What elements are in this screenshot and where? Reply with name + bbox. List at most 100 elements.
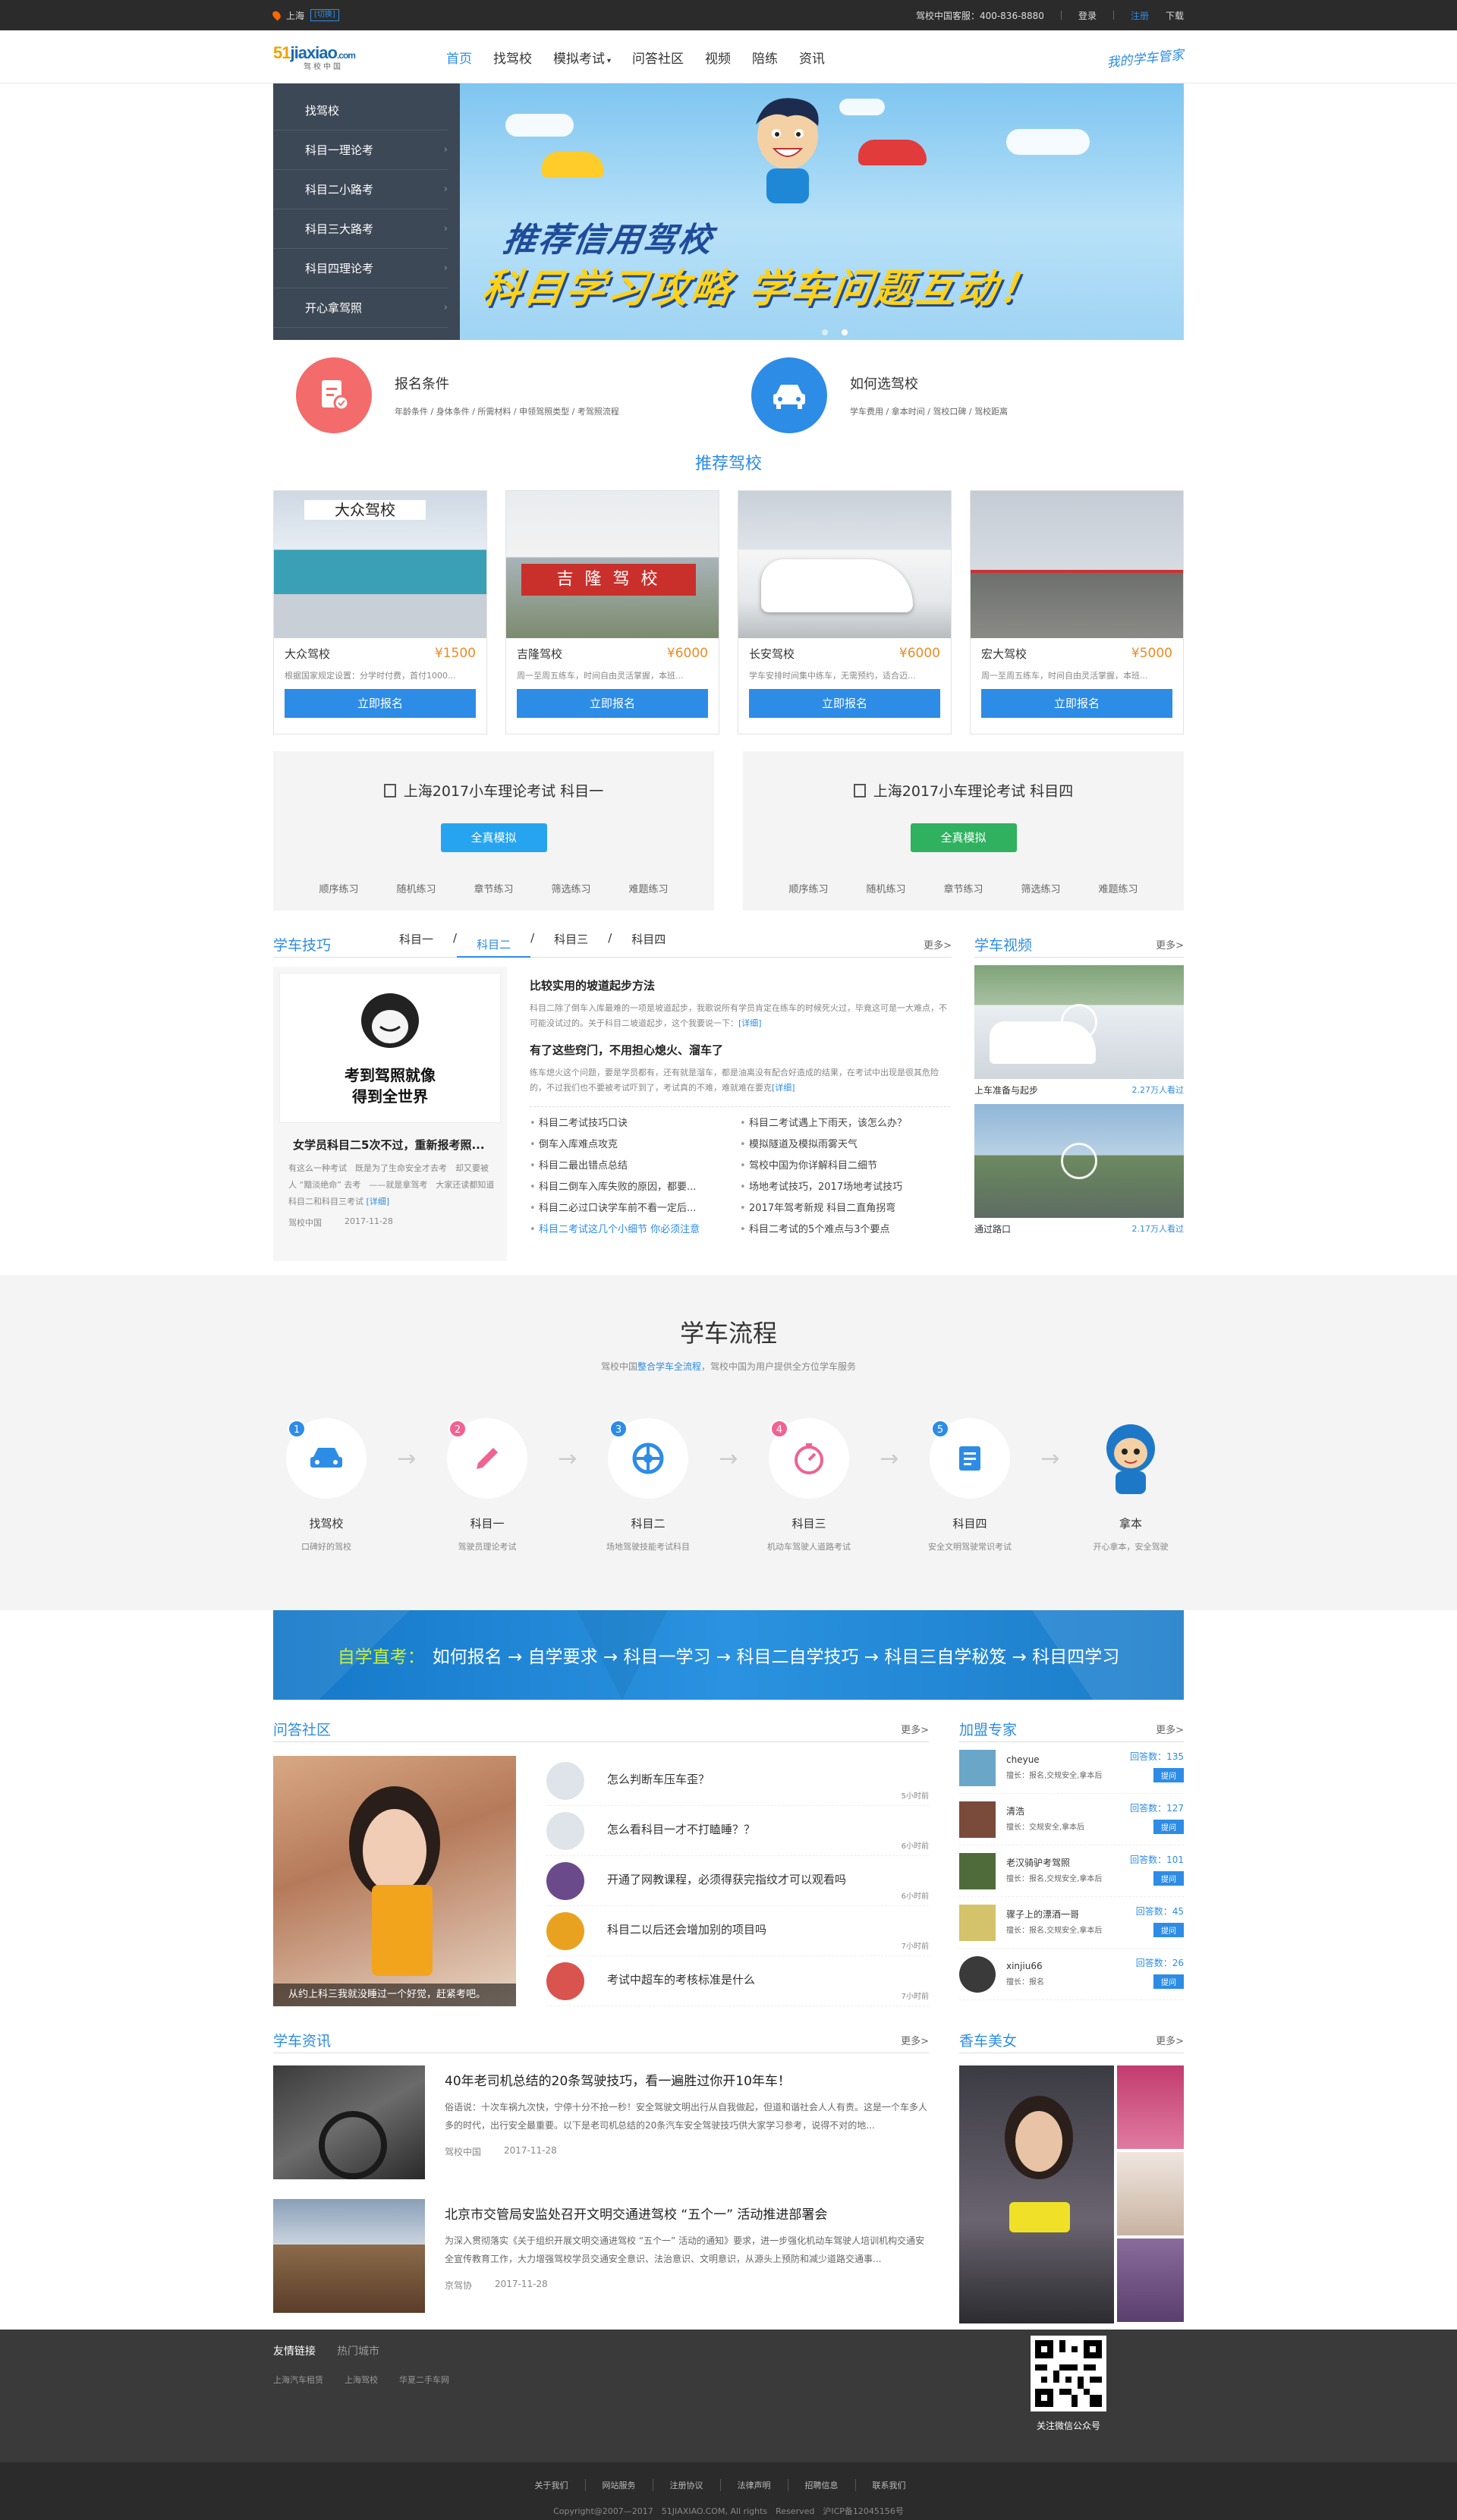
expert-item[interactable]: 老汉骑驴考驾照 擅长：报名,交规安全,拿本后 回答数：101 提问 [959, 1845, 1184, 1897]
list-item[interactable]: 科目二必过口诀学车前不看一定后... [530, 1198, 740, 1219]
switch-city-link[interactable]: [切换] [310, 9, 339, 21]
step-get-license[interactable]: 拿本 开心拿本，安全驾驶 [1090, 1418, 1171, 1553]
download-link[interactable]: 下载 [1166, 9, 1184, 22]
play-icon[interactable] [1061, 1004, 1097, 1040]
signup-button[interactable]: 立即报名 [285, 689, 476, 718]
self-study-banner[interactable]: 自学直考： 如何报名 → 自学要求 → 科目一学习 → 科目二自学技巧 → 科目… [273, 1610, 1184, 1700]
list-item[interactable]: 模拟隧道及模拟雨雾天气 [740, 1134, 950, 1156]
bottom-link-contact[interactable]: 联系我们 [873, 2479, 923, 2491]
ask-button[interactable]: 提问 [1153, 1974, 1184, 1989]
list-item[interactable]: 2017年驾考新规 科目二直角拐弯 [740, 1198, 950, 1219]
more-link[interactable]: 更多> [1156, 937, 1184, 952]
play-icon[interactable] [1061, 1143, 1097, 1179]
side-item-subject3[interactable]: 科目三大路考 › [273, 209, 448, 249]
detail-link[interactable]: [详细] [772, 1083, 795, 1093]
beauty-photo[interactable] [1117, 2065, 1184, 2149]
list-item[interactable]: 场地考试技巧，2017场地考试技巧 [740, 1177, 950, 1198]
news-item[interactable]: 北京市交管局安监处召开文明交通进驾校 “五个一” 活动推进部署会 为深入贯彻落实… [273, 2199, 929, 2320]
list-item[interactable]: 科目二考试的5个难点与3个要点 [740, 1219, 950, 1241]
question-item[interactable]: 开通了网教课程，必须得获完指纹才可以观看吗 6小时前 [546, 1856, 929, 1906]
step-subject2[interactable]: 3 科目二 场地驾驶技能考试科目 [606, 1418, 690, 1553]
tab-subject1[interactable]: 科目一 [379, 931, 453, 958]
more-link[interactable]: 更多> [1156, 1722, 1184, 1736]
detail-link[interactable]: [详细] [738, 1018, 762, 1028]
side-item-find-school[interactable]: 找驾校 [273, 91, 448, 131]
more-link[interactable]: 更多> [901, 2033, 929, 2047]
footer-link[interactable]: 上海驾校 [345, 2374, 378, 2386]
list-item[interactable]: 科目二倒车入库失败的原因，都要... [530, 1177, 740, 1198]
article-title[interactable]: 比较实用的坡道起步方法 [530, 977, 950, 993]
list-item[interactable]: 科目二考试这几个小细节 你必须注意 [530, 1219, 740, 1241]
bottom-link-about[interactable]: 关于我们 [535, 2479, 586, 2491]
nav-find-school[interactable]: 找驾校 [483, 48, 543, 67]
practice-random[interactable]: 随机练习 [396, 881, 436, 895]
signup-button[interactable]: 立即报名 [517, 689, 708, 718]
tab-friend-links[interactable]: 友情链接 [273, 2343, 316, 2358]
feature-choose-school[interactable]: 如何选驾校 学车费用 / 拿本时间 / 驾校口碑 / 驾校距离 [728, 357, 1184, 433]
footer-link[interactable]: 上海汽车租赁 [273, 2374, 323, 2386]
expert-item[interactable]: 骤子上的漂酒一哥 擅长：报名,交规安全,拿本后 回答数：45 提问 [959, 1897, 1184, 1949]
detail-link[interactable]: [详细] [367, 1197, 390, 1207]
ask-button[interactable]: 提问 [1153, 1820, 1184, 1834]
question-item[interactable]: 怎么看科目一才不打瞌睡？？ 6小时前 [546, 1806, 929, 1856]
practice-hard[interactable]: 难题练习 [1099, 881, 1138, 895]
carousel-dot[interactable] [822, 329, 828, 335]
practice-random[interactable]: 随机练习 [866, 881, 905, 895]
footer-link[interactable]: 华夏二手车网 [399, 2374, 449, 2386]
featured-tip-card[interactable]: 考到驾照就像 得到全世界 女学员科目二5次不过，重新报考照... 有这么一种考试… [273, 967, 507, 1261]
feature-enroll-conditions[interactable]: 报名条件 年龄条件 / 身体条件 / 所需材料 / 申领驾照类型 / 考驾照流程 [273, 357, 728, 433]
practice-hard[interactable]: 难题练习 [629, 881, 669, 895]
step-subject3[interactable]: 4 科目三 机动车驾驶人道路考试 [767, 1418, 851, 1553]
more-link[interactable]: 更多> [1156, 2033, 1184, 2047]
beauty-photo-main[interactable] [959, 2065, 1114, 2323]
practice-sequential[interactable]: 顺序练习 [319, 881, 358, 895]
practice-filter[interactable]: 筛选练习 [552, 881, 591, 895]
list-item[interactable]: 倒车入库难点攻克 [530, 1134, 740, 1156]
side-item-subject4[interactable]: 科目四理论考 › [273, 249, 448, 288]
mock-exam-button[interactable]: 全真模拟 [910, 823, 1017, 852]
expert-item[interactable]: 清浩 擅长：交规安全,拿本后 回答数：127 提问 [959, 1794, 1184, 1845]
qa-photo[interactable]: 从约上科三我就没睡过一个好觉，赶紧考吧。 [273, 1756, 516, 2006]
nav-mock-exam[interactable]: 模拟考试 ▾ [543, 48, 622, 67]
banner-carousel[interactable]: 推荐信用驾校 科目学习攻略 学车问题互动！ [460, 83, 1184, 340]
nav-video[interactable]: 视频 [694, 48, 741, 67]
practice-filter[interactable]: 筛选练习 [1021, 881, 1061, 895]
step-subject1[interactable]: 2 科目一 驾驶员理论考试 [447, 1418, 527, 1553]
school-card[interactable]: 长安驾校 ¥6000 学车安排时间集中练车，无需预约，适合迈... 立即报名 [738, 490, 952, 735]
nav-home[interactable]: 首页 [436, 48, 483, 67]
ask-button[interactable]: 提问 [1153, 1923, 1184, 1937]
step-find-school[interactable]: 1 找驾校 口碑好的驾校 [286, 1418, 367, 1553]
bottom-link-agreement[interactable]: 注册协议 [670, 2479, 721, 2491]
more-link[interactable]: 更多> [901, 1722, 929, 1736]
tab-subject3[interactable]: 科目三 [534, 931, 608, 958]
nav-qa[interactable]: 问答社区 [622, 48, 694, 67]
list-item[interactable]: 科目二最出错点总结 [530, 1156, 740, 1177]
ask-button[interactable]: 提问 [1153, 1768, 1184, 1782]
side-item-license[interactable]: 开心拿驾照 › [273, 288, 448, 328]
list-item[interactable]: 科目二考试遇上下雨天，该怎么办？ [740, 1113, 950, 1134]
side-item-subject2[interactable]: 科目二小路考 › [273, 170, 448, 209]
ask-button[interactable]: 提问 [1153, 1871, 1184, 1886]
beauty-photo[interactable] [1117, 2152, 1184, 2235]
practice-chapter[interactable]: 章节练习 [943, 881, 983, 895]
nav-practice[interactable]: 陪练 [741, 48, 788, 67]
bottom-link-service[interactable]: 网站服务 [603, 2479, 653, 2491]
news-item[interactable]: 40年老司机总结的20条驾驶技巧，看一遍胜过你开10年车！ 俗语说：十次车祸九次… [273, 2065, 929, 2187]
signup-button[interactable]: 立即报名 [981, 689, 1172, 718]
question-item[interactable]: 怎么判断车压车歪？ 5小时前 [546, 1756, 929, 1806]
list-item[interactable]: 科目二考试技巧口诀 [530, 1113, 740, 1134]
video-item[interactable]: 通过路口 2.17万人看过 [974, 1104, 1184, 1235]
beauty-photo[interactable] [1117, 2238, 1184, 2322]
bottom-link-legal[interactable]: 法律声明 [738, 2479, 788, 2491]
practice-sequential[interactable]: 顺序练习 [788, 881, 828, 895]
school-card[interactable]: 吉 隆 驾 校 吉隆驾校 ¥6000 周一至周五练车，时间自由灵活掌握，本班...… [505, 490, 719, 735]
list-item[interactable]: 驾校中国为你详解科目二细节 [740, 1156, 950, 1177]
school-card[interactable]: 大众驾校 大众驾校 ¥1500 根据国家规定设置：分学时付费，首付1000... … [273, 490, 487, 735]
register-link[interactable]: 注册 [1131, 9, 1149, 22]
tab-subject2[interactable]: 科目二 [457, 932, 531, 958]
expert-item[interactable]: cheyue 擅长：报名,交规安全,拿本后 回答数：135 提问 [959, 1742, 1184, 1794]
login-link[interactable]: 登录 [1078, 9, 1097, 22]
site-logo[interactable]: 51jiaxiao.com 驾校中国 [273, 42, 396, 71]
question-item[interactable]: 科目二以后还会增加别的项目吗 7小时前 [546, 1906, 929, 1956]
school-card[interactable]: 宏大驾校 ¥5000 周一至周五练车，时间自由灵活掌握，本班... 立即报名 [970, 490, 1184, 735]
